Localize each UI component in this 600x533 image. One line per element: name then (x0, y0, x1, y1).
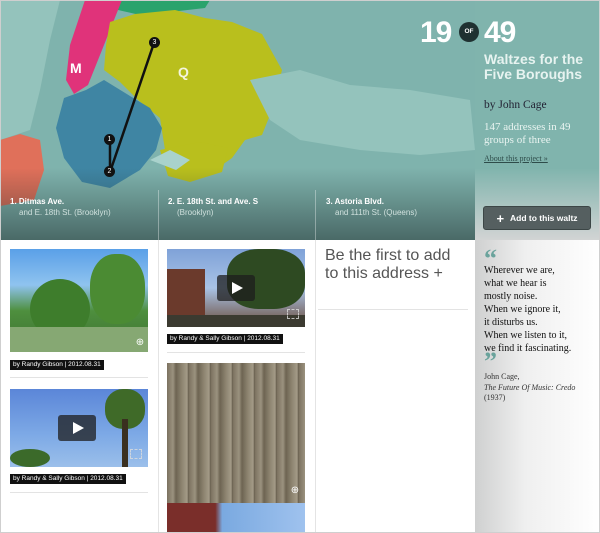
stop-address-line1: Astoria Blvd. (334, 197, 384, 206)
stop-address-line1: Ditmas Ave. (18, 197, 65, 206)
quote-attribution: John Cage, The Future Of Music: Credo (1… (484, 372, 598, 404)
add-media-cta[interactable]: Be the first to add to this address + (325, 247, 465, 283)
stop-divider (158, 190, 159, 240)
map-marker-1[interactable]: 1 (104, 134, 115, 145)
quote-line: we find it fascinating. (484, 343, 572, 354)
total-waltz-number: 49 (484, 16, 516, 49)
page-title: Waltzes for the Five Boroughs (484, 51, 584, 82)
fullscreen-icon[interactable] (130, 449, 142, 459)
video-thumbnail[interactable] (167, 249, 305, 327)
row-divider (167, 352, 305, 353)
quote-line: When we listen to it, (484, 330, 568, 341)
add-to-waltz-label: Add to this waltz (510, 213, 578, 223)
play-icon[interactable] (58, 415, 96, 441)
stop-2[interactable]: 2. E. 18th St. and Ave. S (Brooklyn) (168, 196, 258, 218)
quote-source: The Future Of Music: Credo (484, 382, 576, 392)
stop-address-line2: and E. 18th St. (Brooklyn) (19, 208, 111, 217)
stop-number: 1. (10, 197, 17, 206)
of-badge: OF (459, 22, 479, 42)
waltz-counter: 19 OF 49 (420, 16, 600, 52)
quote-line: what we hear is (484, 278, 547, 289)
quote-year: (1937) (484, 393, 506, 402)
quote-line: it disturbs us. (484, 317, 538, 328)
stop-3[interactable]: 3. Astoria Blvd. and 111th St. (Queens) (326, 196, 417, 218)
stop-divider (315, 190, 316, 240)
photo-thumbnail[interactable]: ⊕ (167, 363, 305, 503)
row-divider (318, 309, 468, 310)
borough-label-queens: Q (178, 64, 189, 80)
about-project-link[interactable]: About this project » (484, 154, 548, 163)
fullscreen-icon[interactable] (287, 309, 299, 319)
column-divider (158, 240, 159, 533)
stop-number: 3. (326, 197, 333, 206)
photo-thumbnail[interactable] (167, 503, 305, 533)
quote-text: Wherever we are, what we hear is mostly … (484, 264, 596, 355)
media-credit: by Randy & Sally Gibson | 2012.08.31 (10, 474, 126, 484)
quote-line: mostly noise. (484, 291, 538, 302)
photo-thumbnail[interactable]: ⊕ (10, 249, 148, 352)
close-quote-icon: ” (484, 347, 497, 376)
stop-1[interactable]: 1. Ditmas Ave. and E. 18th St. (Brooklyn… (10, 196, 111, 218)
map-marker-3[interactable]: 3 (149, 37, 160, 48)
author-byline: by John Cage (484, 99, 547, 111)
media-credit: by Randy Gibson | 2012.08.31 (10, 360, 104, 370)
play-icon[interactable] (217, 275, 255, 301)
media-credit: by Randy & Sally Gibson | 2012.08.31 (167, 334, 283, 344)
quote-line: When we ignore it, (484, 304, 561, 315)
stop-address-line2: and 111th St. (Queens) (335, 208, 417, 217)
stop-address-line1: E. 18th St. and Ave. S (176, 197, 259, 206)
current-waltz-number: 19 (420, 16, 452, 49)
stop-number: 2. (168, 197, 175, 206)
zoom-icon[interactable]: ⊕ (289, 485, 301, 497)
row-divider (10, 492, 148, 493)
waltz-map[interactable]: M Q 3 1 2 1. Ditmas Ave. and E. 18th St.… (0, 0, 475, 240)
project-summary: 147 addresses in 49 groups of three (484, 121, 571, 146)
borough-label-manhattan: M (70, 60, 82, 76)
row-divider (10, 377, 148, 378)
video-thumbnail[interactable] (10, 389, 148, 467)
stop-address-line2: (Brooklyn) (177, 208, 214, 217)
plus-icon: + (496, 210, 505, 226)
quote-line: Wherever we are, (484, 265, 555, 276)
add-to-waltz-button[interactable]: + Add to this waltz (483, 206, 591, 230)
quote-author: John Cage, (484, 372, 520, 381)
zoom-icon[interactable]: ⊕ (134, 337, 146, 349)
column-divider (315, 240, 316, 533)
